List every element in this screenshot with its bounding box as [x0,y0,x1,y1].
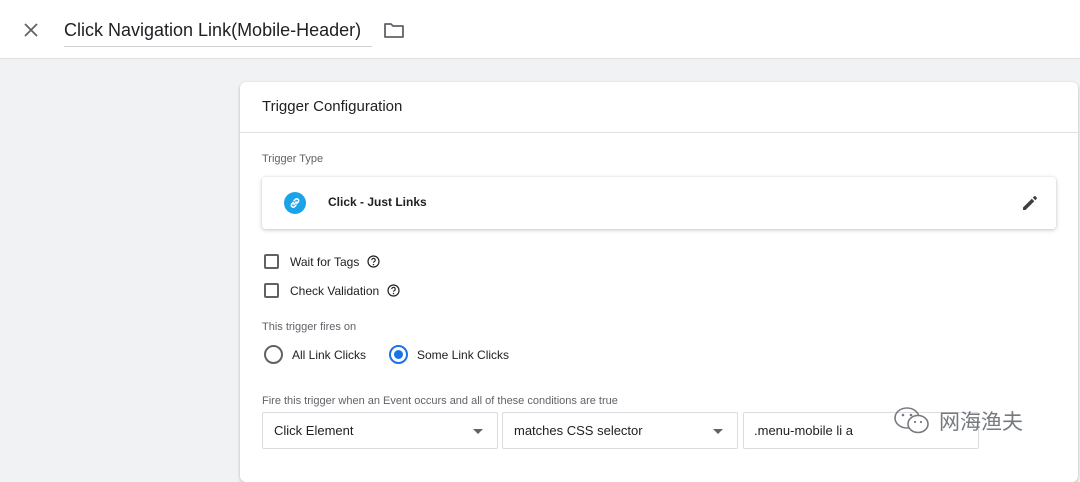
top-bar [0,0,1080,59]
fires-on-label: This trigger fires on [262,321,357,333]
some-link-clicks-option[interactable]: Some Link Clicks [389,345,509,364]
operator-select[interactable]: matches CSS selector [502,412,738,449]
all-link-clicks-radio[interactable] [264,345,283,364]
some-link-clicks-radio[interactable] [389,345,408,364]
trigger-name-input[interactable] [64,14,372,47]
watermark-text: 网海渔夫 [939,411,1023,434]
help-icon[interactable] [387,284,400,297]
help-icon[interactable] [367,255,380,268]
wait-for-tags-label: Wait for Tags [290,254,360,269]
operator-select-value: matches CSS selector [514,423,643,438]
trigger-type-label: Trigger Type [262,153,324,165]
dropdown-arrow-icon [713,429,723,434]
check-validation-checkbox[interactable] [264,283,279,298]
conditions-label: Fire this trigger when an Event occurs a… [262,395,618,407]
variable-select[interactable]: Click Element [262,412,498,449]
folder-icon[interactable] [383,20,405,40]
wait-for-tags-option: Wait for Tags [264,254,380,269]
check-validation-option: Check Validation [264,283,400,298]
all-link-clicks-label: All Link Clicks [292,347,367,362]
wait-for-tags-checkbox[interactable] [264,254,279,269]
trigger-type-name: Click - Just Links [328,195,427,209]
pencil-icon[interactable] [1020,193,1040,213]
dropdown-arrow-icon [473,429,483,434]
link-icon [284,192,306,214]
wechat-icon [894,407,929,434]
trigger-type-selector[interactable]: Click - Just Links [262,177,1056,229]
check-validation-label: Check Validation [290,283,380,298]
all-link-clicks-option[interactable]: All Link Clicks [264,345,366,364]
variable-select-value: Click Element [274,423,354,438]
watermark: 网海渔夫 [893,405,1023,437]
some-link-clicks-label: Some Link Clicks [417,347,510,362]
close-icon[interactable] [20,19,42,41]
card-title: Trigger Configuration [240,82,1078,133]
